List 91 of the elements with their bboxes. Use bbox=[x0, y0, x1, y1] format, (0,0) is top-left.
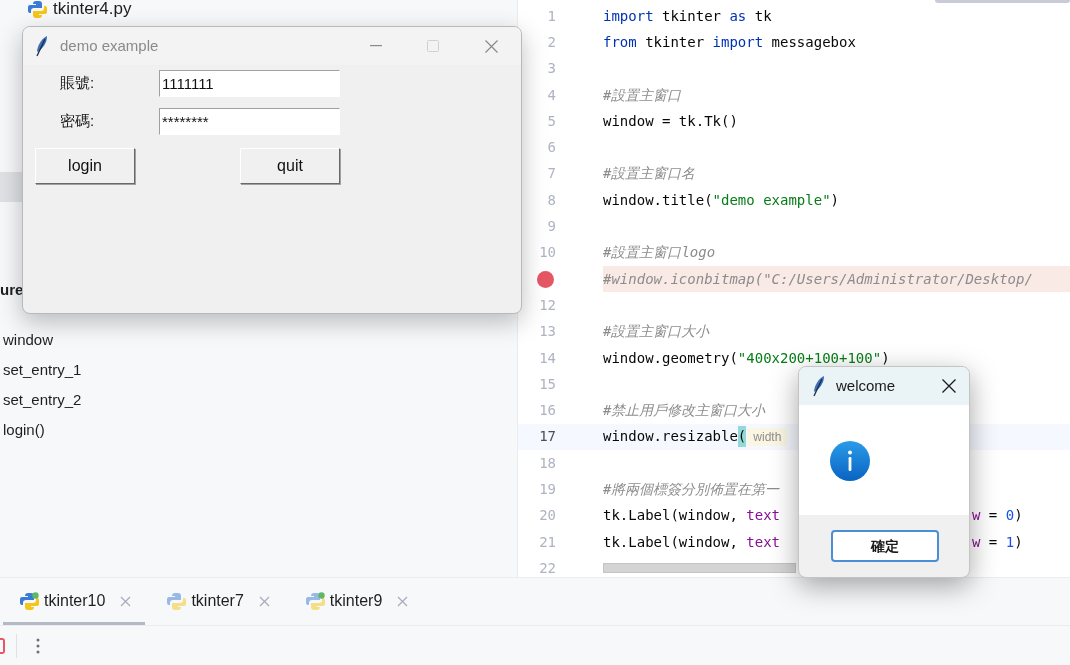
field-label: 密碼: bbox=[59, 111, 96, 132]
minimize-icon[interactable] bbox=[370, 45, 382, 47]
code-token: ) bbox=[881, 348, 890, 368]
file-name[interactable]: tkinter4.py bbox=[53, 0, 132, 18]
python-icon bbox=[28, 0, 47, 19]
code-token: #設置主窗口logo bbox=[603, 243, 716, 263]
code-token: #設置主窗口名 bbox=[603, 164, 696, 184]
code-token: tkinter bbox=[644, 32, 706, 52]
code-token: window.resizable bbox=[603, 427, 738, 447]
scrollbar[interactable] bbox=[603, 563, 796, 573]
line-number: 16 bbox=[539, 401, 556, 421]
code-token: "demo example" bbox=[712, 190, 831, 210]
line-number: 4 bbox=[547, 85, 556, 105]
code-token: window = tk.Tk() bbox=[603, 111, 738, 131]
code-token: ) bbox=[1014, 532, 1023, 552]
ok-button[interactable]: 確定 bbox=[830, 530, 939, 562]
structure-item[interactable]: set_entry_1 bbox=[0, 355, 82, 385]
window-title: demo example bbox=[60, 35, 159, 56]
line-number: 8 bbox=[547, 190, 556, 210]
code-token: #設置主窗口大小 bbox=[603, 322, 710, 342]
structure-item[interactable]: set_entry_2 bbox=[0, 385, 82, 415]
feather-icon bbox=[812, 375, 826, 397]
maximize-icon bbox=[427, 40, 439, 52]
code-token: 1 bbox=[1005, 532, 1015, 552]
code-token: tkinter bbox=[661, 6, 722, 26]
line-number: 13 bbox=[539, 322, 556, 342]
code-token: text bbox=[746, 532, 780, 552]
parameter-hint: width bbox=[747, 427, 788, 446]
line-number: 10 bbox=[539, 243, 556, 263]
code-token: tk.Label(window, bbox=[603, 532, 739, 552]
line-number: 12 bbox=[539, 295, 556, 315]
code-token: tk.Label(window, bbox=[603, 506, 739, 526]
code-token: = bbox=[987, 532, 999, 552]
line-number: 6 bbox=[547, 138, 556, 158]
line-number: 5 bbox=[547, 111, 556, 131]
more-icon[interactable] bbox=[36, 637, 40, 654]
line-number: 1 bbox=[547, 6, 556, 26]
code-token: import bbox=[712, 32, 764, 52]
input-field[interactable]: 1111111 bbox=[159, 70, 340, 97]
dialog-title: welcome bbox=[836, 375, 896, 396]
line-number: 18 bbox=[539, 453, 556, 473]
line-number: 20 bbox=[539, 506, 556, 526]
input-field[interactable]: ******** bbox=[159, 108, 340, 135]
python-icon bbox=[20, 591, 39, 611]
code-token: from bbox=[603, 32, 637, 52]
line-number: 2 bbox=[547, 32, 556, 52]
structure-item[interactable]: window bbox=[0, 325, 54, 355]
line-number: 22 bbox=[539, 558, 556, 577]
code-token: #設置主窗口 bbox=[603, 85, 682, 105]
line-number: 7 bbox=[547, 164, 556, 184]
code-token: import bbox=[603, 6, 654, 26]
code-token: "400x200+100+100" bbox=[737, 348, 882, 368]
breakpoint-icon[interactable] bbox=[537, 270, 554, 288]
code-token: messagebox bbox=[770, 32, 856, 52]
line-number: 19 bbox=[539, 480, 556, 499]
close-icon[interactable] bbox=[942, 379, 956, 393]
code-token: tk bbox=[753, 6, 772, 26]
editor-tab[interactable]: tkinter9 bbox=[288, 580, 423, 625]
structure-item[interactable]: login() bbox=[0, 415, 45, 445]
code-token: text bbox=[746, 506, 780, 526]
code-token: = bbox=[987, 506, 999, 526]
editor-tab[interactable]: tkinter10 bbox=[3, 580, 146, 625]
python-icon bbox=[305, 591, 325, 611]
line-number: 17 bbox=[539, 427, 556, 447]
dialog-button[interactable]: quit bbox=[240, 148, 340, 184]
code-token: window.title( bbox=[603, 190, 713, 210]
line-number: 15 bbox=[539, 374, 556, 394]
code-token: #禁止用戶修改主窗口大小 bbox=[603, 401, 766, 421]
error-icon[interactable] bbox=[0, 637, 5, 654]
code-token: 0 bbox=[1005, 506, 1015, 526]
panel-header: ure bbox=[0, 280, 25, 300]
line-number: 21 bbox=[539, 532, 556, 552]
dialog-button[interactable]: login bbox=[35, 148, 135, 184]
code-token: #將兩個標簽分別佈置在第一 bbox=[603, 480, 780, 499]
info-icon bbox=[830, 441, 870, 481]
code-token: ( bbox=[737, 426, 747, 448]
line-number: 14 bbox=[539, 348, 556, 368]
field-label: 賬號: bbox=[59, 73, 96, 94]
scrollbar[interactable] bbox=[935, 0, 1070, 3]
python-icon bbox=[167, 591, 187, 611]
code-token: ) bbox=[830, 190, 840, 210]
code-token: #window.iconbitmap("C:/Users/Administrator/Desktop/ bbox=[603, 269, 1033, 289]
code-token: w bbox=[972, 532, 981, 552]
code-token: w bbox=[972, 506, 981, 526]
code-token: ) bbox=[1014, 506, 1023, 526]
line-number: 3 bbox=[547, 59, 556, 79]
editor-tab[interactable]: tkinter7 bbox=[150, 580, 284, 625]
code-token: window.geometry( bbox=[603, 348, 738, 368]
feather-icon bbox=[35, 35, 49, 57]
code-token: as bbox=[729, 6, 747, 26]
line-number: 9 bbox=[547, 217, 556, 236]
